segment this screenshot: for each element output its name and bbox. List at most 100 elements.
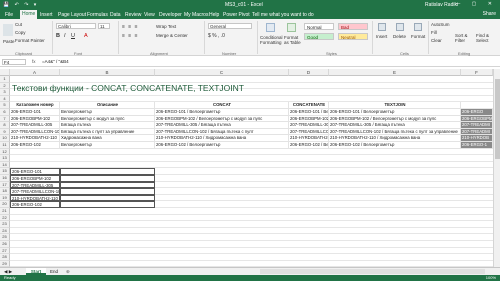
cut-button[interactable]: Cut <box>15 22 22 27</box>
row-header[interactable]: 6 <box>0 109 10 116</box>
formula-input[interactable]: =A4&" / "&B4 <box>42 59 69 65</box>
row-header[interactable]: 27 <box>0 247 10 255</box>
table-cell[interactable] <box>60 175 155 182</box>
tab-review[interactable]: Review <box>123 11 143 19</box>
header-catalog[interactable]: Каталожен номер <box>10 102 60 109</box>
table-cell[interactable]: 210-HYRDOBATH2-110 <box>10 194 60 202</box>
table-cell[interactable]: 206-ERGO-101 <box>10 109 60 116</box>
row-header[interactable]: 7 <box>0 115 10 123</box>
table-cell[interactable]: 207-TREADMILLCON-102 / Бягаща пъте <box>289 128 329 136</box>
row-header[interactable]: 5 <box>0 102 10 109</box>
window-controls[interactable]: — ▢ ✕ <box>455 1 497 7</box>
row-header[interactable]: 8 <box>0 122 10 129</box>
fx-icon[interactable]: fx <box>32 59 36 64</box>
paste-icon[interactable] <box>3 24 13 36</box>
row-header[interactable]: 28 <box>0 254 10 261</box>
quick-access-toolbar[interactable]: 💾 ↶ ↷ ▾ <box>3 2 38 8</box>
table-cell[interactable]: Хидромасажна вана <box>60 135 155 142</box>
row-header[interactable]: 19 <box>0 194 10 202</box>
zoom-level[interactable]: 100% <box>486 275 496 281</box>
table-cell[interactable]: 207-TREADMILL-305 / Бягаща пътека <box>155 122 289 129</box>
table-cell[interactable]: Бягаща пътека с пулт за управление <box>60 128 155 136</box>
tab-page-layout[interactable]: Page Layout <box>56 11 88 19</box>
column-header-b[interactable]: B <box>60 69 155 76</box>
tab-home[interactable]: Home <box>20 10 38 19</box>
header-concatenate[interactable]: CONCATENATE <box>289 102 329 109</box>
row-header[interactable]: 3 <box>0 89 10 96</box>
table-cell[interactable]: 207-TREADMILL-305 / Бягаща пътека <box>289 122 329 129</box>
row-header[interactable]: 12 <box>0 148 10 156</box>
scrollbar-thumb[interactable] <box>495 79 500 159</box>
bold-button[interactable]: B <box>56 33 60 39</box>
sheet-tab-start[interactable]: Start <box>26 268 46 275</box>
row-header[interactable]: 17 <box>0 181 10 189</box>
format-as-table-button[interactable]: Format as Table <box>284 35 302 45</box>
table-cell[interactable] <box>60 201 155 208</box>
font-name-select[interactable]: Calibri <box>56 23 96 29</box>
fill-button[interactable]: Fill <box>431 30 437 35</box>
vertical-scrollbar[interactable] <box>493 69 500 267</box>
tell-me-search[interactable]: Tell me what you want to do <box>250 11 316 19</box>
row-header[interactable]: 18 <box>0 188 10 195</box>
row-header[interactable]: 21 <box>0 208 10 215</box>
row-header[interactable]: 23 <box>0 221 10 228</box>
table-cell[interactable] <box>60 188 155 195</box>
select-all-corner[interactable] <box>0 69 10 76</box>
tab-developer[interactable]: Developer <box>157 11 184 19</box>
wrap-text-button[interactable]: Wrap Text <box>156 24 176 29</box>
sheet-title[interactable]: Текстови функции - CONCAT, CONCATENATE, … <box>12 83 244 93</box>
merge-center-button[interactable]: Merge & Center <box>156 33 188 38</box>
conditional-formatting-icon[interactable] <box>266 23 275 32</box>
tab-help[interactable]: Help <box>207 11 221 19</box>
row-header[interactable]: 25 <box>0 234 10 241</box>
number-format-buttons[interactable]: $ % , .0 <box>208 33 225 39</box>
style-normal[interactable]: Normal <box>304 23 334 30</box>
table-cell[interactable]: 207-TREADMI <box>461 128 493 136</box>
table-cell[interactable]: 210-HYRDOBATH2-110 <box>10 135 60 142</box>
table-cell[interactable]: Велоергометър <box>60 142 155 149</box>
table-cell[interactable] <box>60 168 155 175</box>
find-select-button[interactable]: Find & Select <box>476 33 498 43</box>
table-cell[interactable]: 206-ERGOBPM-102 / Велоергометър с модул … <box>329 115 461 123</box>
table-cell[interactable]: 206-ERGO-101 / Велоергометър <box>289 109 329 116</box>
tab-formulas[interactable]: Formulas <box>85 11 110 19</box>
table-cell[interactable]: 206-ERGOBPM-102 <box>10 115 60 123</box>
table-cell[interactable]: 210-HYRDOBATH2-110 / Хидромасажна <box>289 135 329 142</box>
header-textjoin[interactable]: TEXTJOIN <box>329 102 461 109</box>
column-header-f[interactable]: F <box>461 69 493 76</box>
column-header-e[interactable]: E <box>329 69 461 76</box>
sort-filter-button[interactable]: Sort & Filter <box>455 33 475 43</box>
clear-button[interactable]: Clear <box>431 38 442 43</box>
copy-button[interactable]: Copy <box>15 30 26 35</box>
row-header[interactable]: 13 <box>0 155 10 162</box>
worksheet-grid[interactable]: A B C D E F 1 2 3 4 5 6 7 8 9 10 11 12 13 14 15 16 17 18 1… <box>0 69 493 267</box>
row-header[interactable]: 24 <box>0 227 10 235</box>
format-cells-icon[interactable] <box>414 23 422 31</box>
row-header[interactable]: 16 <box>0 175 10 182</box>
table-cell[interactable]: 207-TREADMILL-305 <box>10 122 60 129</box>
row-header[interactable]: 4 <box>0 95 10 103</box>
format-cells-button[interactable]: Format <box>411 34 425 39</box>
table-cell[interactable]: 210-HYRDOB <box>461 135 493 142</box>
table-cell[interactable]: 206-ERGO-101 / Велоергометър <box>155 109 289 116</box>
style-bad[interactable]: Bad <box>338 23 368 30</box>
table-cell[interactable]: 207-TREADMILL-305 / Бягаща пътека <box>329 122 461 129</box>
table-cell[interactable]: 210-HYRDOBATH2-110 / Хидромасажна вана <box>155 135 289 142</box>
row-header[interactable]: 20 <box>0 201 10 208</box>
row-header[interactable]: 10 <box>0 135 10 142</box>
table-cell[interactable]: Велоергометър с модул за пулс <box>60 115 155 123</box>
table-cell[interactable]: 206-ERGO-102 / Велоергометър <box>155 142 289 149</box>
table-cell[interactable]: 210-HYRDOBATH2-110 / Хидромасажна вана <box>329 135 461 142</box>
table-cell[interactable]: 206-ERGO-101 / Велоергометър <box>329 109 461 116</box>
table-cell[interactable]: 207-TREADMI <box>461 122 493 129</box>
font-color-icon[interactable]: A <box>84 33 88 39</box>
table-cell[interactable]: 207-TREADMILLCON-102 / Бягаща пътека с п… <box>329 128 461 136</box>
table-cell[interactable]: 206-ERGO-1 <box>461 142 493 149</box>
number-format-select[interactable]: General <box>208 23 252 29</box>
table-cell[interactable]: 207-TREADMILLCON-102 <box>10 188 60 195</box>
tab-view[interactable]: View <box>142 11 157 19</box>
delete-cells-button[interactable]: Delete <box>393 34 406 39</box>
table-cell[interactable]: 207-TREADMILLCON-102 <box>10 128 60 136</box>
table-cell[interactable]: 206-ERGO-101 <box>10 168 60 175</box>
column-header-c[interactable]: C <box>155 69 289 76</box>
